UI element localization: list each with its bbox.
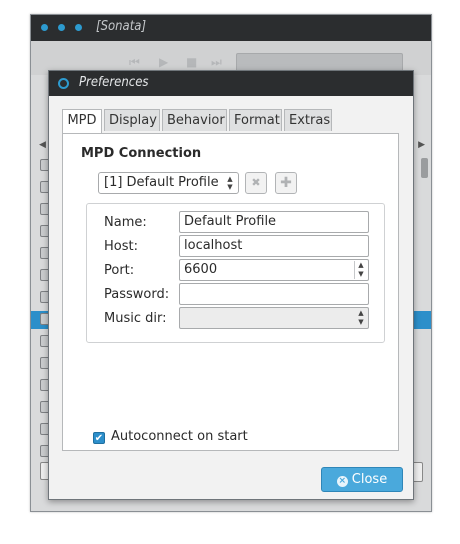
prev-track-icon[interactable]: ⏮ (129, 55, 140, 70)
tab-format[interactable]: Format (229, 109, 282, 131)
host-label: Host: (104, 239, 138, 254)
tab-display[interactable]: Display (104, 109, 160, 131)
autoconnect-checkbox[interactable]: ✔ (93, 432, 105, 444)
sonata-titlebar: [Sonata] (31, 15, 431, 41)
name-field[interactable]: Default Profile (179, 211, 369, 233)
tab-mpd[interactable]: MPD (62, 109, 102, 134)
password-label: Password: (104, 287, 170, 302)
play-icon[interactable]: ▶ (159, 55, 168, 69)
next-track-icon[interactable]: ⏭ (211, 55, 222, 70)
port-label: Port: (104, 263, 135, 278)
music-dir-label: Music dir: (104, 311, 167, 326)
port-spin-arrows-icon[interactable]: ▲ ▼ (354, 261, 367, 279)
close-icon: × (336, 476, 348, 487)
dialog-menu-icon[interactable] (58, 78, 69, 89)
scroll-right-icon[interactable]: ▶ (418, 140, 425, 150)
name-label: Name: (104, 215, 147, 230)
autoconnect-label: Autoconnect on start (111, 429, 248, 444)
checkmark-icon: ✔ (94, 433, 104, 444)
music-dir-chooser[interactable]: ▲ ▼ (179, 307, 369, 329)
port-field-value: 6600 (184, 262, 218, 277)
mpd-tab-panel: MPD Connection [1] Default Profile ▲ ▼ ✖ … (62, 133, 399, 451)
close-button[interactable]: × Close (321, 467, 403, 492)
profile-select-value: [1] Default Profile (104, 175, 219, 190)
remove-profile-button[interactable]: ✖ (245, 172, 267, 194)
sonata-window-title: [Sonata] (96, 19, 147, 34)
host-field[interactable]: localhost (179, 235, 369, 257)
tab-extras[interactable]: Extras (284, 109, 332, 131)
select-arrows-icon: ▲ ▼ (227, 175, 233, 191)
tab-behavior[interactable]: Behavior (162, 109, 227, 131)
profile-select[interactable]: [1] Default Profile ▲ ▼ (98, 172, 239, 194)
port-stepper[interactable]: 6600 ▲ ▼ (179, 259, 369, 281)
playlist-scrollbar[interactable] (421, 158, 428, 178)
close-button-label: Close (351, 472, 388, 487)
section-title: MPD Connection (81, 146, 202, 161)
add-profile-button[interactable]: ✚ (275, 172, 297, 194)
scroll-left-icon[interactable]: ◀ (39, 140, 46, 150)
preferences-title: Preferences (79, 75, 149, 90)
window-minimize-dot[interactable] (58, 24, 65, 31)
preferences-dialog: Preferences MPD Display Behavior Format … (48, 70, 414, 500)
window-maximize-dot[interactable] (75, 24, 82, 31)
password-field[interactable] (179, 283, 369, 305)
name-field-value: Default Profile (184, 214, 277, 229)
host-field-value: localhost (184, 238, 243, 253)
add-icon: ✚ (280, 175, 292, 191)
stop-icon[interactable]: ■ (186, 55, 197, 69)
music-dir-arrows-icon: ▲ ▼ (358, 309, 364, 326)
remove-icon: ✖ (251, 176, 261, 189)
preferences-titlebar: Preferences (49, 71, 413, 96)
window-close-dot[interactable] (41, 24, 48, 31)
